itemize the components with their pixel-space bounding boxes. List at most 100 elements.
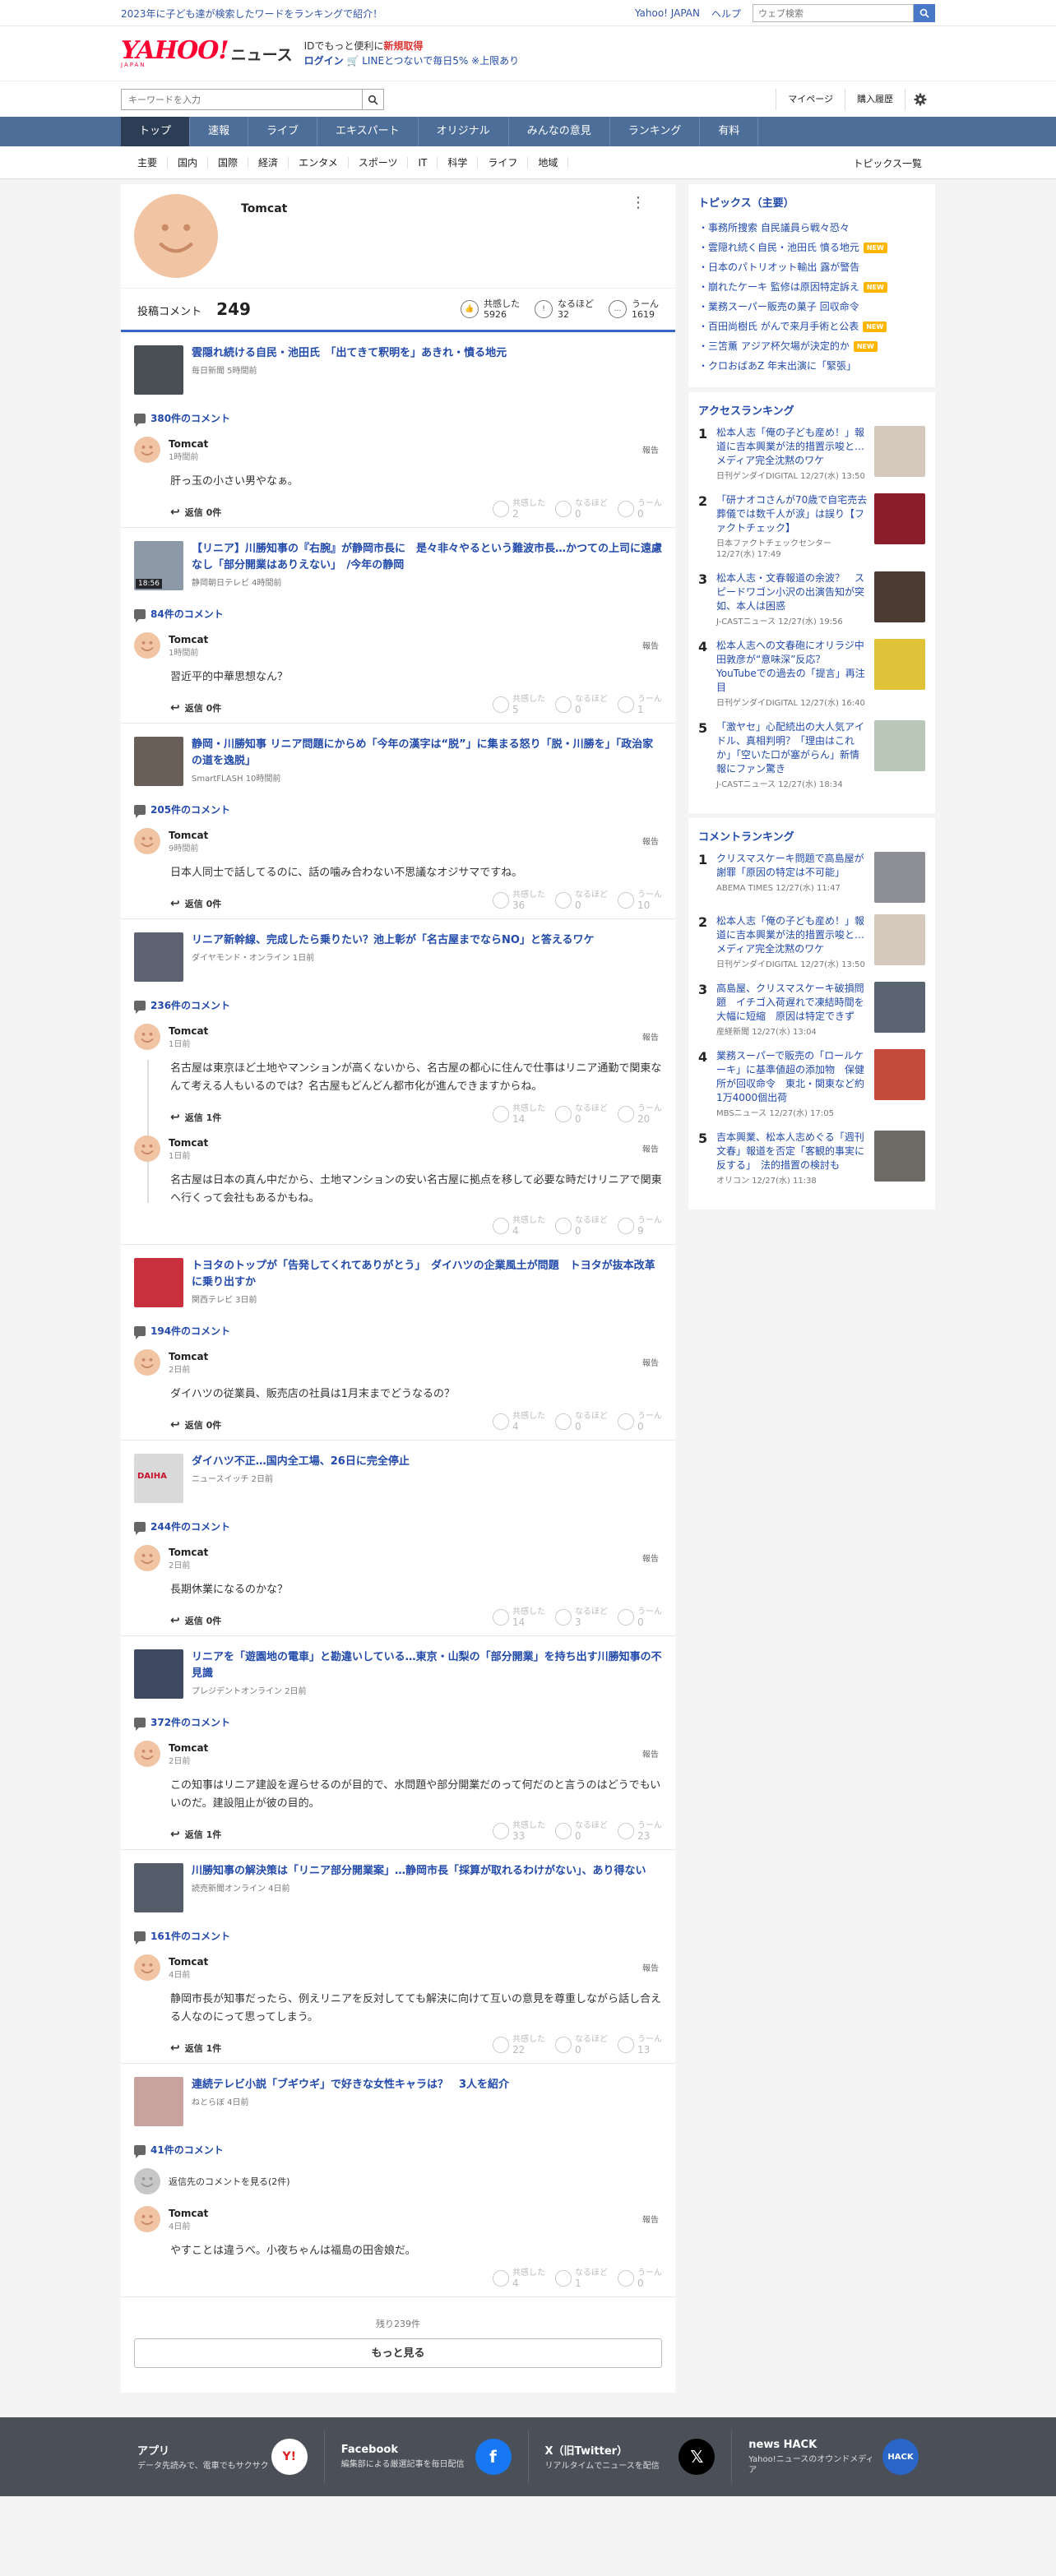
keyword-search-button[interactable]: [363, 89, 384, 110]
article-link[interactable]: 雲隠れ続ける自民・池田氏 「出てきて釈明を」あきれ・憤る地元 毎日新聞 5時間前: [134, 345, 662, 395]
commenter-name[interactable]: Tomcat: [169, 634, 208, 645]
reply-button[interactable]: ↩ 返信 0件: [170, 701, 221, 715]
reaction-button-2[interactable]: うーん 23: [618, 1821, 662, 1841]
footer-link-2[interactable]: X（旧Twitter） リアルタイムでニュースを配信 𝕏: [529, 2430, 733, 2483]
keyword-search-input[interactable]: [121, 89, 363, 110]
category-tab-9[interactable]: 地域: [528, 157, 569, 169]
avatar[interactable]: [134, 2206, 160, 2232]
avatar[interactable]: [134, 1545, 160, 1571]
reply-button[interactable]: ↩ 返信 1件: [170, 2042, 221, 2055]
reaction-button-2[interactable]: うーん 1: [618, 695, 662, 715]
reply-button[interactable]: ↩ 返信 0件: [170, 1418, 221, 1431]
gnav-tab-1[interactable]: 速報: [190, 117, 249, 146]
article-link[interactable]: DAIHA ダイハツ不正…国内全工場、26日に完全停止 ニュースイッチ 2日前: [134, 1454, 662, 1503]
report-link[interactable]: 報告: [642, 1356, 659, 1368]
reply-button[interactable]: ↩ 返信 1件: [170, 1828, 221, 1841]
article-link[interactable]: 川勝知事の解決策は「リニア部分開業案」…静岡市長「採算が取れるわけがない」、あり…: [134, 1863, 662, 1912]
comment-count-link[interactable]: 161件のコメント: [134, 1929, 662, 1945]
report-link[interactable]: 報告: [642, 1747, 659, 1760]
article-link[interactable]: 連続テレビ小説「ブギウギ」で好きな女性キャラは？ 3人を紹介 ねとらぼ 4日前: [134, 2077, 662, 2126]
category-tab-4[interactable]: エンタメ: [289, 157, 349, 169]
gnav-tab-4[interactable]: オリジナル: [419, 117, 509, 146]
mypage-link[interactable]: マイページ: [776, 89, 845, 110]
commenter-name[interactable]: Tomcat: [169, 830, 208, 841]
reaction-button-1[interactable]: なるほど 0: [555, 1412, 608, 1431]
avatar[interactable]: [134, 1954, 160, 1981]
reaction-button-2[interactable]: うーん 0: [618, 1412, 662, 1431]
reaction-button-1[interactable]: なるほど 0: [555, 890, 608, 910]
web-search-button[interactable]: [914, 4, 935, 22]
see-parent-comment-link[interactable]: 返信先のコメントを見る(2件): [134, 2168, 662, 2194]
commenter-name[interactable]: Tomcat: [169, 1742, 208, 1754]
commenter-name[interactable]: Tomcat: [169, 1025, 208, 1037]
category-tab-3[interactable]: 経済: [248, 157, 289, 169]
avatar[interactable]: [134, 1349, 160, 1376]
comment-count-link[interactable]: 84件のコメント: [134, 607, 662, 622]
ranking-item[interactable]: 2 「研ナオコさんが70歳で自宅売去 葬儀では数千人が涙」は誤り【ファクトチェック…: [698, 493, 925, 560]
reaction-button-0[interactable]: 共感した 14: [493, 1104, 545, 1124]
category-tab-8[interactable]: ライフ: [478, 157, 529, 169]
topic-item[interactable]: 日本のパトリオット輸出 露が警告: [698, 257, 925, 277]
article-link[interactable]: リニア新幹線、完成したら乗りたい？池上彰が「名古屋までならNO」と答えるワケ ダイ…: [134, 932, 662, 982]
reaction-button-0[interactable]: 共感した 2: [493, 499, 545, 519]
footer-link-3[interactable]: news HACK Yahoo!ニュースのオウンドメディア HACK: [732, 2430, 935, 2483]
reaction-button-2[interactable]: うーん 10: [618, 890, 662, 910]
gnav-tab-3[interactable]: エキスパート: [317, 117, 419, 146]
category-tab-7[interactable]: 科学: [438, 157, 479, 169]
article-title[interactable]: 川勝知事の解決策は「リニア部分開業案」…静岡市長「採算が取れるわけがない」、あり…: [192, 1863, 646, 1880]
article-title[interactable]: 【リニア】川勝知事の『右腕』が静岡市長に 是々非々やるという難波市長…かつての上…: [192, 541, 662, 574]
reaction-button-1[interactable]: なるほど 1: [555, 2268, 608, 2288]
comment-count-link[interactable]: 236件のコメント: [134, 998, 662, 1014]
reaction-button-2[interactable]: うーん 0: [618, 1607, 662, 1627]
article-title[interactable]: トヨタのトップが「告発してくれてありがとう」 ダイハツの企業風土が問題 トヨタが…: [192, 1258, 662, 1291]
reply-button[interactable]: ↩ 返信 0件: [170, 506, 221, 519]
article-title[interactable]: 連続テレビ小説「ブギウギ」で好きな女性キャラは？ 3人を紹介: [192, 2077, 509, 2093]
comment-count-link[interactable]: 194件のコメント: [134, 1324, 662, 1339]
article-title[interactable]: 雲隠れ続ける自民・池田氏 「出てきて釈明を」あきれ・憤る地元: [192, 345, 507, 362]
reaction-button-1[interactable]: なるほど 0: [555, 1821, 608, 1841]
report-link[interactable]: 報告: [642, 639, 659, 651]
reaction-button-0[interactable]: 共感した 4: [493, 1412, 545, 1431]
footer-link-0[interactable]: アプリ データ先読みで、電車でもサクサク Y!: [121, 2430, 325, 2483]
ranking-item[interactable]: 4 松本人志への文春砲にオリラジ中田敦彦が“意味深”反応？ YouTubeでの過去…: [698, 639, 925, 709]
report-link[interactable]: 報告: [642, 1552, 659, 1564]
article-title[interactable]: 静岡・川勝知事 リニア問題にからめ「今年の漢字は“脱”」に集まる怒り「脱・川勝を…: [192, 737, 662, 770]
topic-item[interactable]: 事務所捜索 自民議員ら戦々恐々: [698, 218, 925, 238]
ranking-item[interactable]: 3 高島屋、クリスマスケーキ破損問題 イチゴ入荷遅れで凍結時間を大幅に短縮 原因は…: [698, 982, 925, 1038]
comment-count-link[interactable]: 205件のコメント: [134, 802, 662, 818]
article-title[interactable]: リニア新幹線、完成したら乗りたい？池上彰が「名古屋までならNO」と答えるワケ: [192, 932, 595, 949]
commenter-name[interactable]: Tomcat: [169, 1547, 208, 1558]
category-tab-5[interactable]: スポーツ: [349, 157, 409, 169]
report-link[interactable]: 報告: [642, 1961, 659, 1973]
category-tab-0[interactable]: 主要: [121, 157, 169, 169]
reaction-button-0[interactable]: 共感した 36: [493, 890, 545, 910]
article-link[interactable]: 静岡・川勝知事 リニア問題にからめ「今年の漢字は“脱”」に集まる怒り「脱・川勝を…: [134, 737, 662, 786]
reaction-button-2[interactable]: うーん 20: [618, 1104, 662, 1124]
ranking-item[interactable]: 1 松本人志「俺の子ども産め！」報道に吉本興業が法的措置示唆と…メディア完全沈黙の…: [698, 426, 925, 482]
purchase-history-link[interactable]: 購入履歴: [845, 89, 905, 110]
reaction-button-2[interactable]: うーん 13: [618, 2035, 662, 2055]
reaction-button-0[interactable]: 共感した 33: [493, 1821, 545, 1841]
reaction-button-1[interactable]: なるほど 0: [555, 499, 608, 519]
reaction-button-2[interactable]: うーん 9: [618, 1216, 662, 1236]
commenter-name[interactable]: Tomcat: [169, 1351, 208, 1362]
footer-link-1[interactable]: Facebook 編集部による厳選記事を毎日配信 f: [325, 2430, 529, 2483]
topic-item[interactable]: 業務スーパー販売の菓子 回収命令: [698, 297, 925, 317]
reaction-button-1[interactable]: なるほど 0: [555, 695, 608, 715]
comment-count-link[interactable]: 244件のコメント: [134, 1519, 662, 1535]
gnav-tab-5[interactable]: みんなの意見: [509, 117, 610, 146]
category-tab-2[interactable]: 国際: [208, 157, 249, 169]
reaction-button-2[interactable]: うーん 0: [618, 2268, 662, 2288]
gnav-tab-2[interactable]: ライブ: [248, 117, 318, 146]
ranking-item[interactable]: 5 吉本興業、松本人志めぐる「週刊文春」報道を否定「客観的事実に反する」 法的措置…: [698, 1131, 925, 1186]
ranking-item[interactable]: 5 「激ヤセ」心配続出の大人気アイドル、真相判明？「理由はこれか」「空いた口が塞が…: [698, 720, 925, 790]
avatar[interactable]: [134, 632, 160, 659]
topic-item[interactable]: クロおばあZ 年末出演に「緊張」: [698, 356, 925, 376]
category-tab-1[interactable]: 国内: [168, 157, 209, 169]
commenter-name[interactable]: Tomcat: [169, 1956, 208, 1968]
article-title[interactable]: ダイハツ不正…国内全工場、26日に完全停止: [192, 1454, 410, 1470]
topic-item[interactable]: 三笘薫 アジア杯欠場が決定的かNEW: [698, 336, 925, 356]
commenter-name[interactable]: Tomcat: [169, 1137, 208, 1149]
gnav-tab-7[interactable]: 有料: [700, 117, 759, 146]
article-link[interactable]: トヨタのトップが「告発してくれてありがとう」 ダイハツの企業風土が問題 トヨタが…: [134, 1258, 662, 1307]
